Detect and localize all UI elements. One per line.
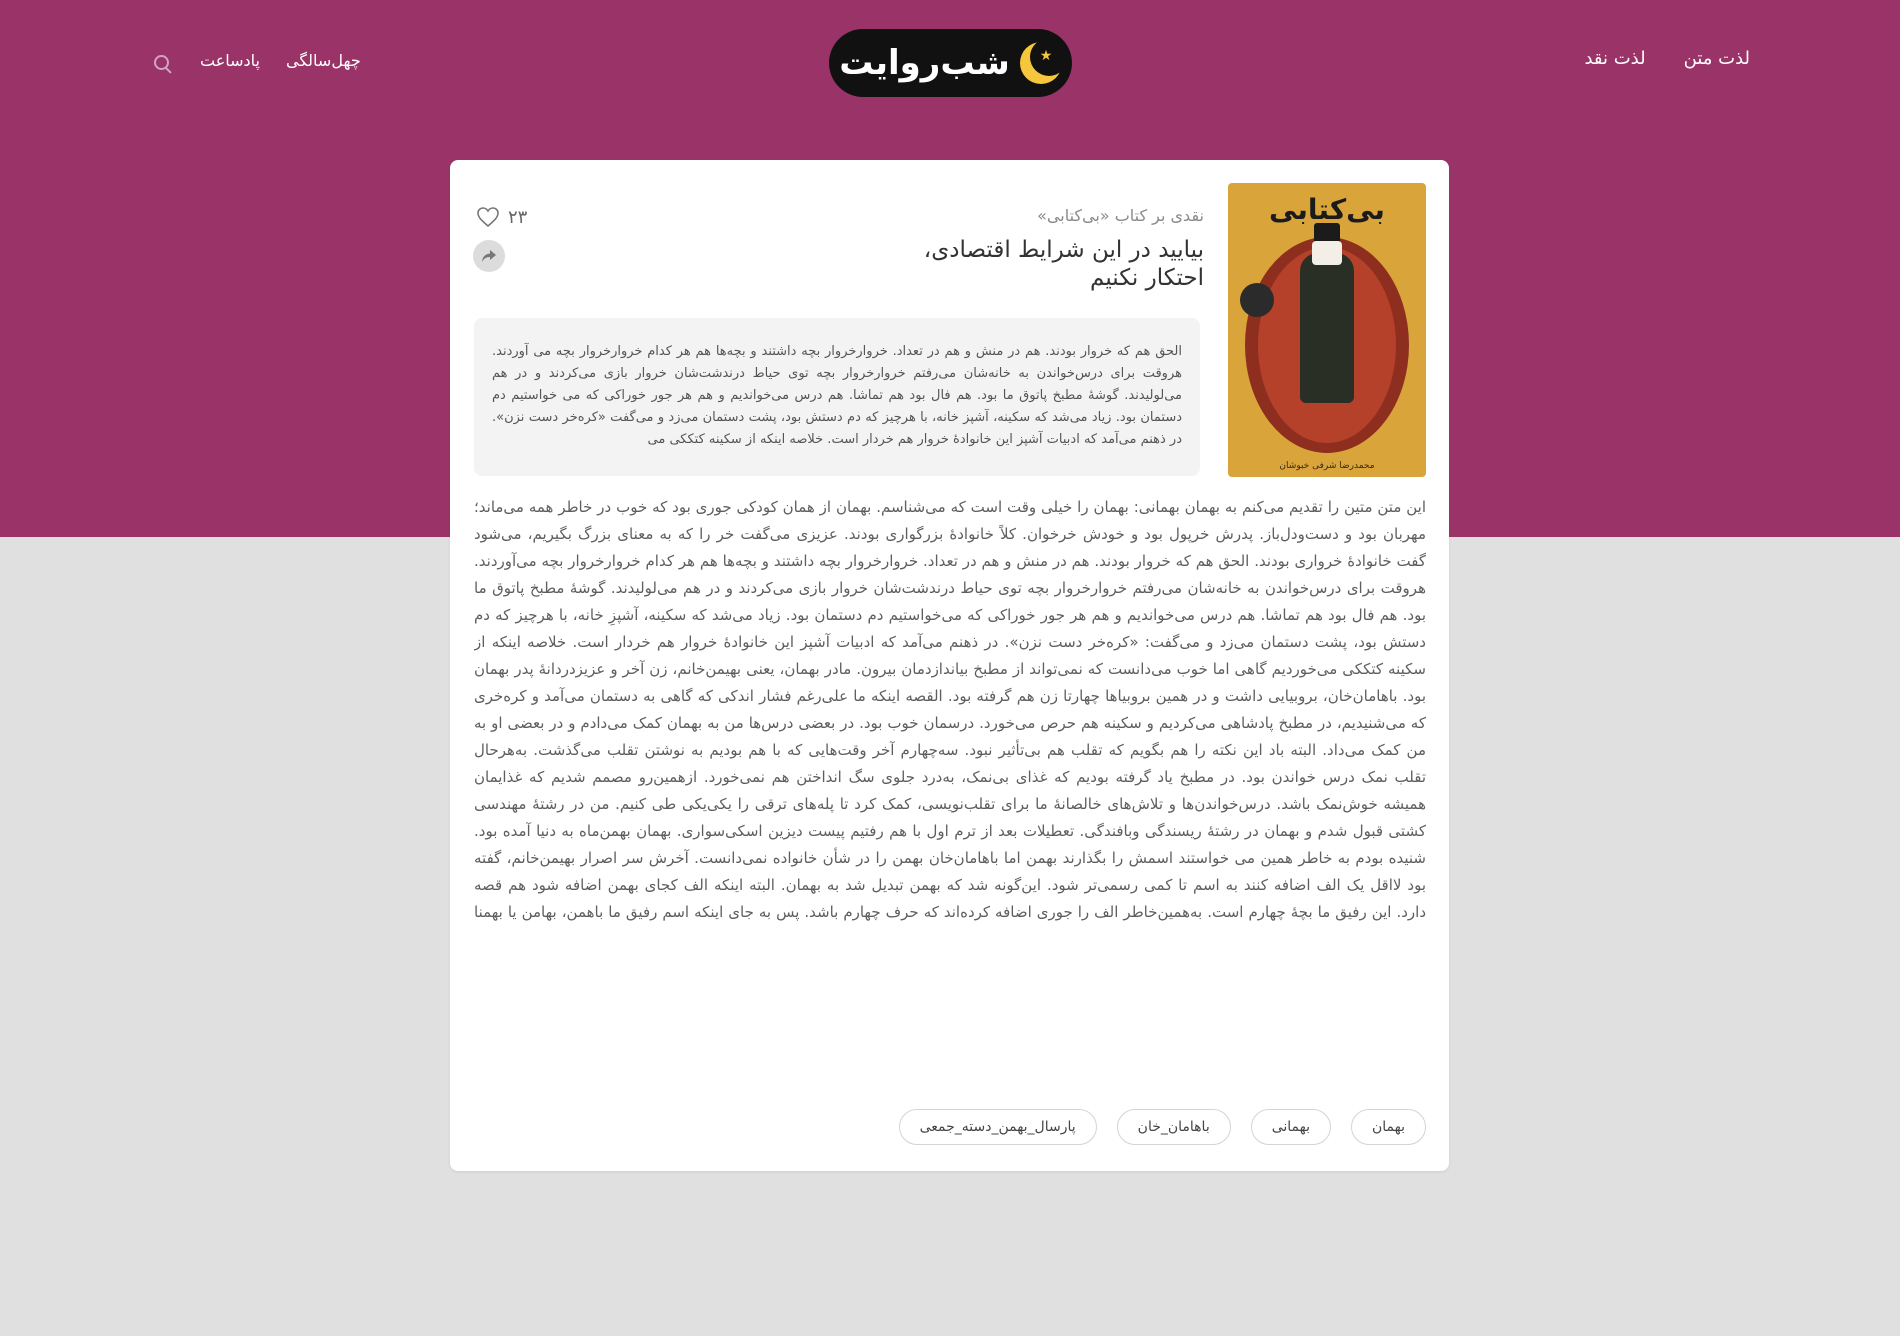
logo-text: شب‌روایت: [839, 43, 1010, 83]
main-nav: لذت متن لذت نقد: [1584, 48, 1750, 69]
article-card: بی‌کتابی محمدرضا شرفی خبوشان نقدی بر کتا…: [450, 160, 1449, 1171]
nav-link-critique-pleasure[interactable]: لذت نقد: [1584, 48, 1645, 69]
nav-link-text-pleasure[interactable]: لذت متن: [1684, 48, 1750, 69]
nav-link-chehelsalegi[interactable]: چهل‌سالگی: [286, 51, 361, 70]
article-body: این متن متین را تقدیم می‌کنم به بهمان به…: [474, 498, 1426, 921]
tag-item[interactable]: پارسال_بهمن_دسته_جمعی: [898, 1109, 1097, 1145]
moon-icon: ★: [1019, 38, 1068, 84]
share-button[interactable]: [473, 240, 505, 272]
tag-list: بهمان بهمانی باهامان_خان پارسال_بهمن_دست…: [898, 1109, 1426, 1145]
share-icon: [482, 250, 496, 262]
secondary-nav: پادساعت چهل‌سالگی: [150, 48, 361, 74]
book-cover-image: بی‌کتابی محمدرضا شرفی خبوشان: [1228, 183, 1426, 477]
excerpt-box: الحق هم که خروار بودند. هم در منش و هم د…: [474, 318, 1200, 476]
article-kicker: نقدی بر کتاب «بی‌کتابی»: [1037, 206, 1204, 225]
site-logo[interactable]: ★ شب‌روایت: [829, 29, 1072, 97]
search-icon[interactable]: [150, 48, 174, 74]
like-count: ۲۳: [508, 206, 528, 228]
book-cover-author: محمدرضا شرفی خبوشان: [1279, 461, 1375, 471]
tag-item[interactable]: باهامان_خان: [1116, 1109, 1231, 1145]
tag-item[interactable]: بهمانی: [1250, 1109, 1331, 1145]
book-cover-title: بی‌کتابی: [1269, 193, 1385, 226]
article-headline: بیایید در این شرایط اقتصادی، احتکار نکنی…: [923, 237, 1204, 291]
like-button[interactable]: ۲۳: [476, 206, 527, 228]
tag-item[interactable]: بهمان: [1351, 1109, 1426, 1145]
nav-link-padsaat[interactable]: پادساعت: [200, 51, 260, 70]
heart-icon: [477, 207, 499, 228]
